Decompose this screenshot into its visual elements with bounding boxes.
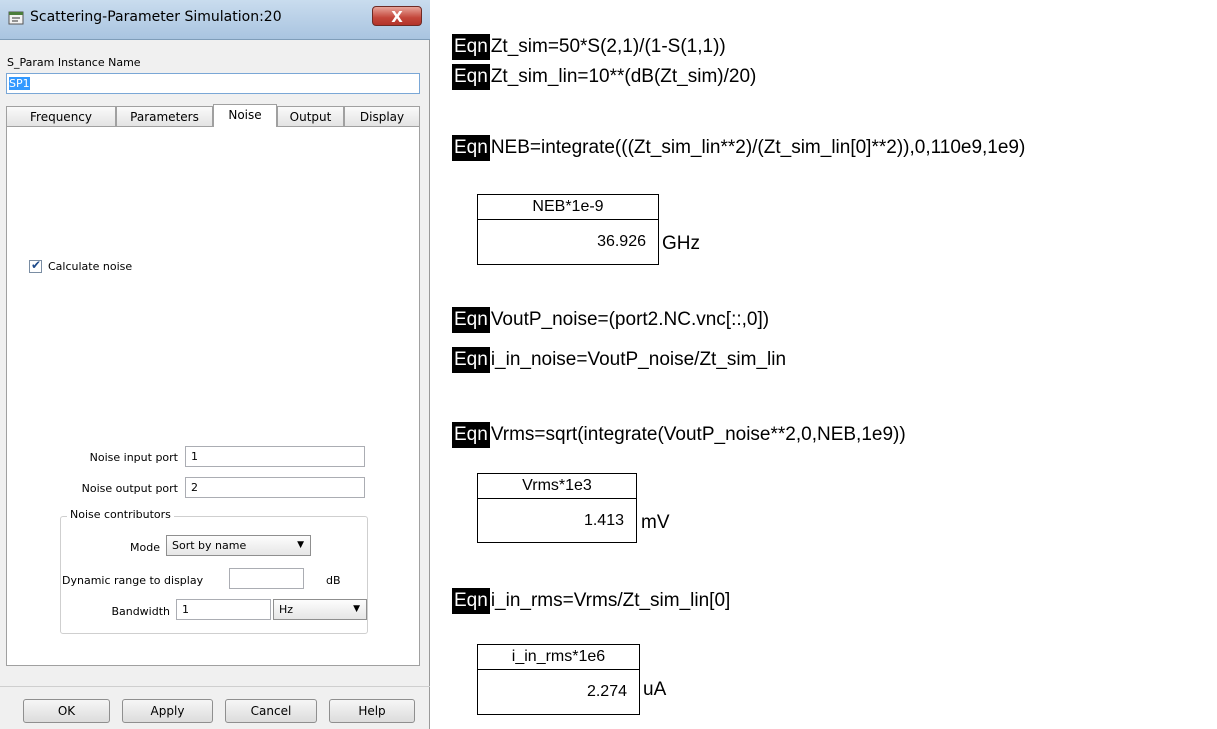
noise-input-port-field[interactable]: 1 [185,446,365,467]
vrms-result-header: Vrms*1e3 [478,474,636,499]
checkmark-icon: ✔ [31,258,42,272]
noise-output-port-label: Noise output port [81,482,178,495]
eqn-tag: Eqn [452,64,490,90]
mode-label: Mode [130,541,160,554]
vrms-result-unit: mV [641,512,670,533]
eqn-zt-sim-text: Zt_sim=50*S(2,1)/(1-S(1,1)) [490,36,726,57]
eqn-tag: Eqn [452,422,490,448]
ok-button[interactable]: OK [23,699,110,723]
title-bar[interactable]: Scattering-Parameter Simulation:20 X [0,0,430,40]
eqn-i-in-rms[interactable]: Eqn i_in_rms=Vrms/Zt_sim_lin[0] [452,587,730,615]
help-button[interactable]: Help [329,699,415,723]
dialog-title: Scattering-Parameter Simulation:20 [30,9,282,25]
eqn-i-in-rms-text: i_in_rms=Vrms/Zt_sim_lin[0] [490,590,731,611]
tab-frequency[interactable]: Frequency [6,106,116,126]
neb-result-header: NEB*1e-9 [478,195,658,220]
dynamic-range-label: Dynamic range to display [62,574,204,587]
dynamic-range-unit: dB [326,574,341,587]
bandwidth-field[interactable]: 1 [176,599,271,620]
instance-name-input[interactable]: SP1 [6,73,420,94]
calculate-noise-label: Calculate noise [48,260,133,273]
calculate-noise-row[interactable]: ✔ Calculate noise [29,258,133,273]
i-in-rms-result-table: i_in_rms*1e6 2.274 [477,644,640,715]
apply-button[interactable]: Apply [122,699,213,723]
eqn-zt-sim[interactable]: Eqn Zt_sim=50*S(2,1)/(1-S(1,1)) [452,33,726,61]
neb-result-unit: GHz [662,233,700,254]
bandwidth-unit-value: Hz [279,603,294,616]
neb-result-value: 36.926 [597,233,646,250]
eqn-vrms[interactable]: Eqn Vrms=sqrt(integrate(VoutP_noise**2,0… [452,421,906,449]
eqn-neb-text: NEB=integrate(((Zt_sim_lin**2)/(Zt_sim_l… [490,137,1026,158]
chevron-down-icon: ▼ [297,540,304,550]
neb-result-table: NEB*1e-9 36.926 [477,194,659,265]
app-icon [8,11,24,25]
vrms-result-table: Vrms*1e3 1.413 [477,473,637,543]
eqn-tag: Eqn [452,307,490,333]
eqn-voutp-noise[interactable]: Eqn VoutP_noise=(port2.NC.vnc[::,0]) [452,306,769,334]
eqn-zt-sim-lin-text: Zt_sim_lin=10**(dB(Zt_sim)/20) [490,66,757,87]
tab-noise[interactable]: Noise [213,104,277,127]
close-button[interactable]: X [372,6,422,26]
bandwidth-unit-select[interactable]: Hz ▼ [273,599,367,620]
noise-output-port-field[interactable]: 2 [185,477,365,498]
eqn-voutp-noise-text: VoutP_noise=(port2.NC.vnc[::,0]) [490,309,770,330]
eqn-i-in-noise-text: i_in_noise=VoutP_noise/Zt_sim_lin [490,349,787,370]
tab-parameters[interactable]: Parameters [116,106,213,126]
eqn-tag: Eqn [452,347,490,373]
tab-display[interactable]: Display [344,106,420,126]
chevron-down-icon: ▼ [353,604,360,614]
eqn-i-in-noise[interactable]: Eqn i_in_noise=VoutP_noise/Zt_sim_lin [452,346,786,374]
eqn-tag: Eqn [452,588,490,614]
instance-name-label: S_Param Instance Name [7,56,141,69]
noise-input-port-label: Noise input port [89,451,178,464]
eqn-tag: Eqn [452,135,490,161]
eqn-zt-sim-lin[interactable]: Eqn Zt_sim_lin=10**(dB(Zt_sim)/20) [452,63,756,91]
tab-output[interactable]: Output [277,106,344,126]
instance-name-value: SP1 [9,77,30,90]
mode-value: Sort by name [172,539,247,552]
bandwidth-label: Bandwidth [111,605,170,618]
eqn-neb[interactable]: Eqn NEB=integrate(((Zt_sim_lin**2)/(Zt_s… [452,134,1025,162]
cancel-button[interactable]: Cancel [225,699,317,723]
sp-simulation-dialog: Scattering-Parameter Simulation:20 X S_P… [0,0,430,729]
i-in-rms-result-value: 2.274 [586,683,627,700]
dynamic-range-field[interactable] [229,568,304,589]
eqn-tag: Eqn [452,34,490,60]
noise-contributors-legend: Noise contributors [67,508,174,521]
calculate-noise-checkbox[interactable]: ✔ [29,258,42,273]
vrms-result-value: 1.413 [583,512,624,529]
i-in-rms-result-header: i_in_rms*1e6 [478,645,639,670]
eqn-vrms-text: Vrms=sqrt(integrate(VoutP_noise**2,0,NEB… [490,424,906,445]
mode-select[interactable]: Sort by name ▼ [166,535,311,556]
button-separator [0,686,430,687]
i-in-rms-result-unit: uA [643,679,667,700]
tab-bar: Frequency Parameters Noise Output Displa… [6,104,420,127]
